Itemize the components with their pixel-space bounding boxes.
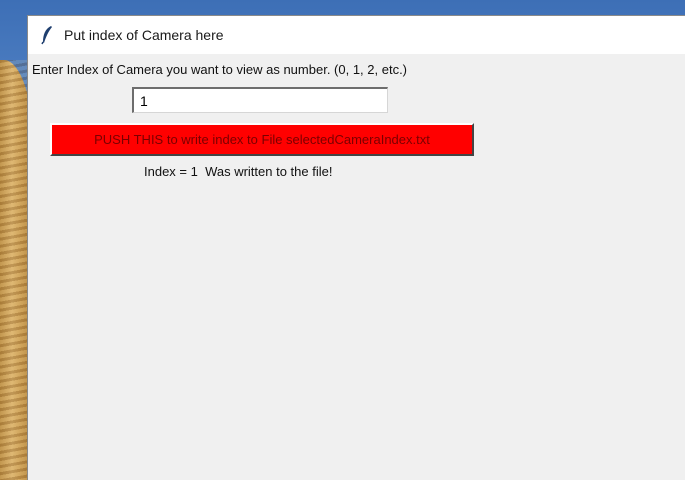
desktop-background: Put index of Camera here Enter Index of … [0, 0, 685, 480]
app-window: Put index of Camera here Enter Index of … [27, 15, 685, 480]
write-index-button[interactable]: PUSH THIS to write index to File selecte… [50, 123, 474, 156]
window-title: Put index of Camera here [64, 27, 224, 43]
title-bar[interactable]: Put index of Camera here [28, 16, 685, 54]
feather-icon [41, 26, 52, 45]
camera-index-input[interactable] [132, 87, 388, 113]
window-content: Enter Index of Camera you want to view a… [28, 54, 685, 480]
status-message: Index = 1 Was written to the file! [144, 164, 333, 179]
prompt-label: Enter Index of Camera you want to view a… [32, 62, 408, 77]
